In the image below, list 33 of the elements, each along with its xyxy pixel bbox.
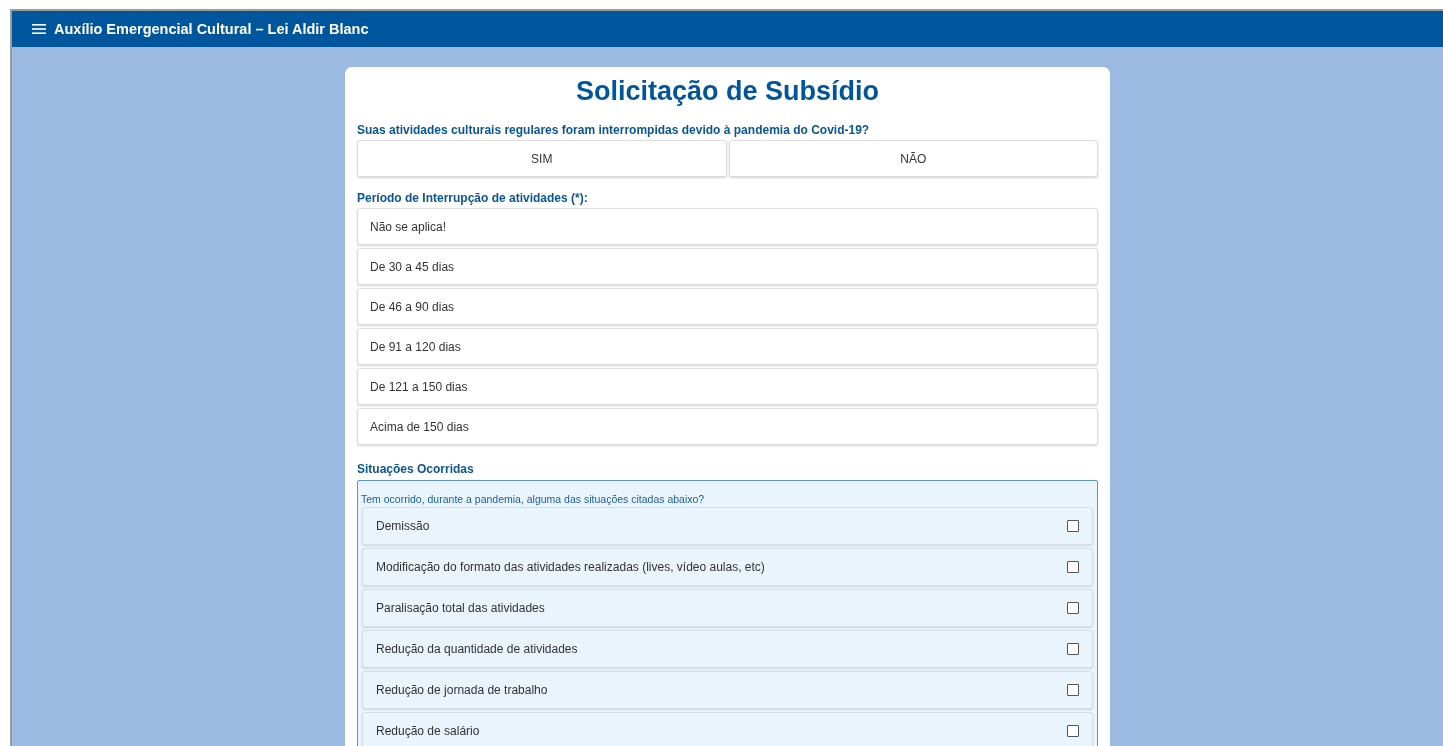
checkbox[interactable] <box>1067 725 1079 737</box>
situation-item[interactable]: Modificação do formato das atividades realizadas (lives, vídeo aulas, etc) <box>362 548 1093 586</box>
situation-item[interactable]: Redução da quantidade de atividades <box>362 630 1093 668</box>
section-label: Situações Ocorridas <box>357 462 475 476</box>
period-option[interactable]: Acima de 150 dias <box>357 408 1098 445</box>
situation-item[interactable]: Demissão <box>362 507 1093 545</box>
question-label: Suas atividades culturais regulares foram interrompidas devido à pandemia do Covid-19? <box>357 123 871 137</box>
checkbox[interactable] <box>1067 561 1079 573</box>
period-option[interactable]: De 91 a 120 dias <box>357 328 1098 365</box>
period-option[interactable]: De 30 a 45 dias <box>357 248 1098 285</box>
period-option[interactable]: Não se aplica! <box>357 208 1098 245</box>
app-title: Auxílio Emergencial Cultural – Lei Aldir Blanc <box>54 21 369 37</box>
hint-text: Tem ocorrido, durante a pandemia, alguma das situações citadas abaixo? <box>361 493 706 505</box>
situation-label: Redução da quantidade de atividades <box>376 642 578 656</box>
checkbox[interactable] <box>1067 602 1079 614</box>
situation-label: Redução de jornada de trabalho <box>376 683 548 697</box>
checkbox[interactable] <box>1067 684 1079 696</box>
period-option[interactable]: De 46 a 90 dias <box>357 288 1098 325</box>
period-label: Período de Interrupção de atividades (*): <box>357 191 589 205</box>
menu-icon[interactable] <box>32 24 46 34</box>
situation-item[interactable]: Paralisação total das atividades <box>362 589 1093 627</box>
situation-item[interactable]: Redução de salário <box>362 712 1093 746</box>
situation-label: Modificação do formato das atividades realizadas (lives, vídeo aulas, etc) <box>376 560 765 574</box>
situation-item[interactable]: Redução de jornada de trabalho <box>362 671 1093 709</box>
answer-button[interactable]: NÃO <box>728 140 1098 177</box>
situation-label: Demissão <box>376 519 430 533</box>
situation-label: Redução de salário <box>376 724 480 738</box>
checkbox[interactable] <box>1067 643 1079 655</box>
form-title: Solicitação de Subsídio <box>574 75 881 107</box>
checkbox[interactable] <box>1067 520 1079 532</box>
answer-button[interactable]: SIM <box>357 140 727 177</box>
period-option[interactable]: De 121 a 150 dias <box>357 368 1098 405</box>
situation-label: Paralisação total das atividades <box>376 601 545 615</box>
